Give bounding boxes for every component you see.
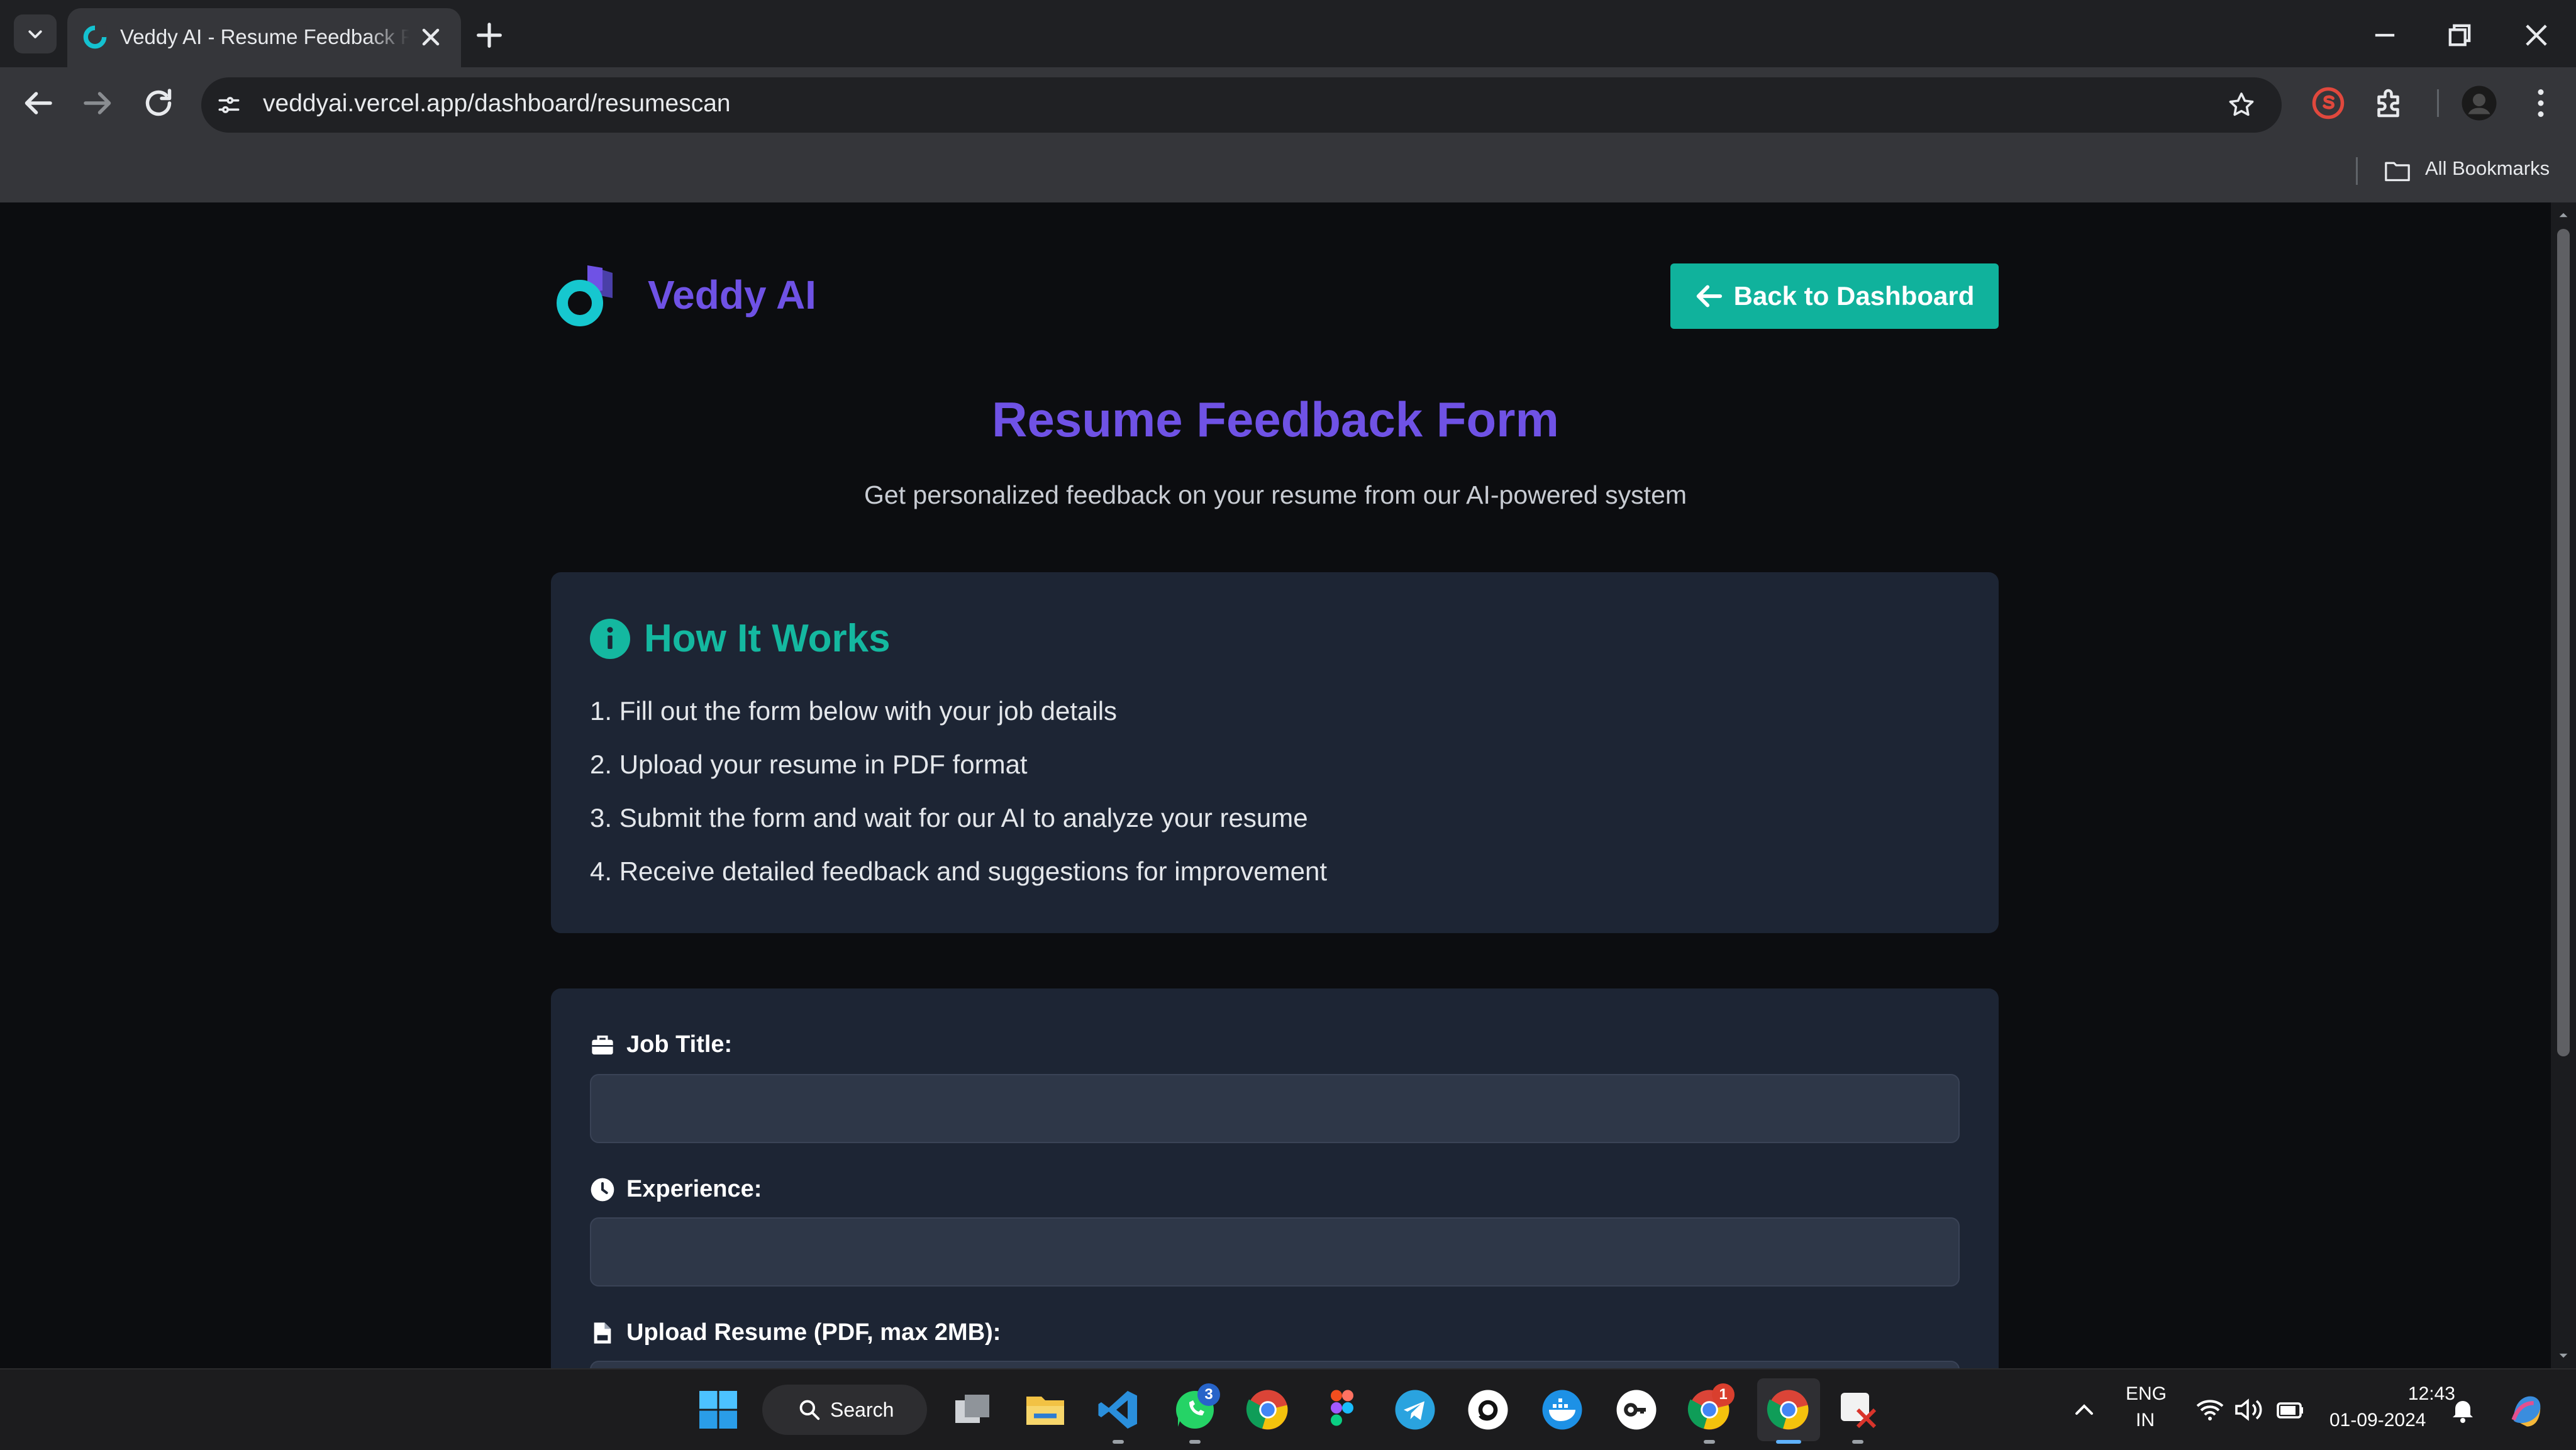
windows-taskbar: Search 3 1 ENG IN 12:43 01-09-2024 — [0, 1368, 2576, 1450]
snipping-tool-icon[interactable] — [1835, 1387, 1880, 1432]
search-icon — [799, 1400, 820, 1420]
tab-search-button[interactable] — [14, 14, 57, 53]
telegram-icon[interactable] — [1392, 1387, 1438, 1432]
upload-resume-label-text: Upload Resume (PDF, max 2MB): — [626, 1319, 1001, 1346]
bookmarks-bar: All Bookmarks — [0, 148, 2576, 202]
taskbar-search-label: Search — [830, 1398, 894, 1421]
windows-start-icon[interactable] — [696, 1387, 741, 1432]
all-bookmarks-link[interactable]: All Bookmarks — [2425, 157, 2550, 180]
running-indicator — [1852, 1440, 1863, 1444]
how-it-works-card: How It Works 1. Fill out the form below … — [551, 572, 1999, 933]
folder-icon[interactable] — [2384, 158, 2411, 184]
clock-date[interactable]: 01-09-2024 — [2329, 1410, 2426, 1431]
vscode-icon[interactable] — [1096, 1387, 1141, 1432]
file-explorer-icon[interactable] — [1023, 1387, 1068, 1432]
language-indicator[interactable]: ENG — [2126, 1383, 2167, 1405]
experience-label-text: Experience: — [626, 1176, 762, 1202]
site-settings-icon[interactable] — [215, 91, 243, 119]
extensions-puzzle-icon[interactable] — [2371, 84, 2409, 122]
region-indicator[interactable]: IN — [2136, 1410, 2155, 1431]
forward-arrow-icon[interactable] — [79, 84, 117, 122]
chrome-active-icon[interactable] — [1766, 1387, 1811, 1432]
step-item: 3. Submit the form and wait for our AI t… — [590, 803, 1308, 833]
job-title-label: Job Title: — [590, 1031, 732, 1058]
battery-icon[interactable] — [2275, 1395, 2306, 1425]
chrome-badge: 1 — [1712, 1383, 1735, 1406]
tab-title: Veddy AI - Resume Feedback Form — [120, 25, 409, 48]
running-indicator — [1189, 1440, 1201, 1444]
extension-s-icon[interactable] — [2309, 84, 2347, 122]
threads-icon[interactable] — [1465, 1387, 1511, 1432]
active-indicator — [1776, 1440, 1801, 1444]
new-tab-icon[interactable] — [473, 19, 506, 52]
resume-form-card: Job Title: Experience: Upload Resume (PD… — [551, 988, 1999, 1368]
scroll-up-arrow-icon[interactable] — [2558, 210, 2568, 220]
back-arrow-icon[interactable] — [19, 84, 57, 122]
chevron-up-icon[interactable] — [2069, 1395, 2099, 1425]
info-circle-icon — [590, 619, 630, 659]
chevron-down-icon — [28, 30, 42, 38]
close-window-icon[interactable] — [2520, 19, 2553, 52]
bookmarks-divider — [2356, 157, 2358, 185]
bookmark-star-icon[interactable] — [2226, 90, 2257, 120]
url-text[interactable]: veddyai.vercel.app/dashboard/resumescan — [263, 90, 731, 120]
veddy-logo-icon — [83, 24, 107, 49]
task-view-icon[interactable] — [950, 1387, 995, 1432]
running-indicator — [1113, 1440, 1124, 1444]
clock-icon — [591, 1178, 614, 1201]
file-upload-input[interactable] — [590, 1361, 1960, 1368]
step-item: 2. Upload your resume in PDF format — [590, 750, 1028, 779]
back-to-dashboard-button[interactable]: Back to Dashboard — [1670, 263, 1999, 329]
page-title: Resume Feedback Form — [992, 392, 1559, 447]
browser-toolbar: veddyai.vercel.app/dashboard/resumescan — [0, 67, 2576, 148]
notification-bell-icon[interactable] — [2448, 1395, 2478, 1425]
experience-label: Experience: — [590, 1176, 762, 1203]
more-menu-icon[interactable] — [2522, 84, 2560, 122]
brand-name[interactable]: Veddy AI — [648, 272, 816, 318]
step-item: 4. Receive detailed feedback and suggest… — [590, 856, 1328, 886]
veddy-logo-icon — [557, 265, 613, 326]
page-subtitle: Get personalized feedback on your resume… — [863, 480, 1687, 509]
profile-avatar-icon[interactable] — [2460, 84, 2498, 122]
speaker-icon[interactable] — [2233, 1395, 2263, 1425]
how-it-works-heading: How It Works — [644, 617, 891, 660]
file-pdf-icon — [594, 1322, 611, 1344]
browser-tab-active[interactable]: Veddy AI - Resume Feedback Form — [67, 8, 461, 67]
scroll-down-arrow-icon[interactable] — [2558, 1351, 2568, 1361]
briefcase-icon — [592, 1035, 613, 1054]
whatsapp-badge: 3 — [1197, 1383, 1220, 1406]
experience-input[interactable] — [590, 1217, 1960, 1287]
docker-icon[interactable] — [1540, 1387, 1585, 1432]
page-viewport: Veddy AI Back to Dashboard Resume Feedba… — [0, 202, 2551, 1368]
step-item: 1. Fill out the form below with your job… — [590, 696, 1118, 726]
upload-resume-label: Upload Resume (PDF, max 2MB): — [590, 1319, 1001, 1346]
steps-list: 1. Fill out the form below with your job… — [590, 684, 1327, 898]
job-title-input[interactable] — [590, 1074, 1960, 1143]
key-app-icon[interactable] — [1614, 1387, 1659, 1432]
page-scrollbar[interactable] — [2551, 202, 2576, 1368]
restore-window-icon[interactable] — [2443, 19, 2476, 52]
chrome-icon[interactable] — [1245, 1387, 1291, 1432]
minimize-icon[interactable] — [2368, 19, 2401, 52]
running-indicator — [1704, 1440, 1715, 1444]
figma-icon[interactable] — [1319, 1387, 1365, 1432]
toolbar-divider — [2437, 89, 2439, 117]
close-tab-icon[interactable] — [417, 23, 445, 51]
reload-icon[interactable] — [140, 84, 177, 122]
job-title-label-text: Job Title: — [626, 1031, 733, 1058]
clock-time[interactable]: 12:43 — [2373, 1383, 2455, 1405]
scrollbar-thumb[interactable] — [2557, 229, 2570, 1056]
wifi-icon[interactable] — [2195, 1395, 2225, 1425]
arrow-left-icon — [1696, 285, 1722, 307]
back-to-dashboard-label: Back to Dashboard — [1733, 281, 1975, 311]
copilot-icon[interactable] — [2507, 1390, 2547, 1430]
address-bar[interactable]: veddyai.vercel.app/dashboard/resumescan — [201, 77, 2282, 133]
browser-tab-strip: Veddy AI - Resume Feedback Form — [0, 0, 2576, 67]
taskbar-search[interactable]: Search — [762, 1385, 927, 1435]
